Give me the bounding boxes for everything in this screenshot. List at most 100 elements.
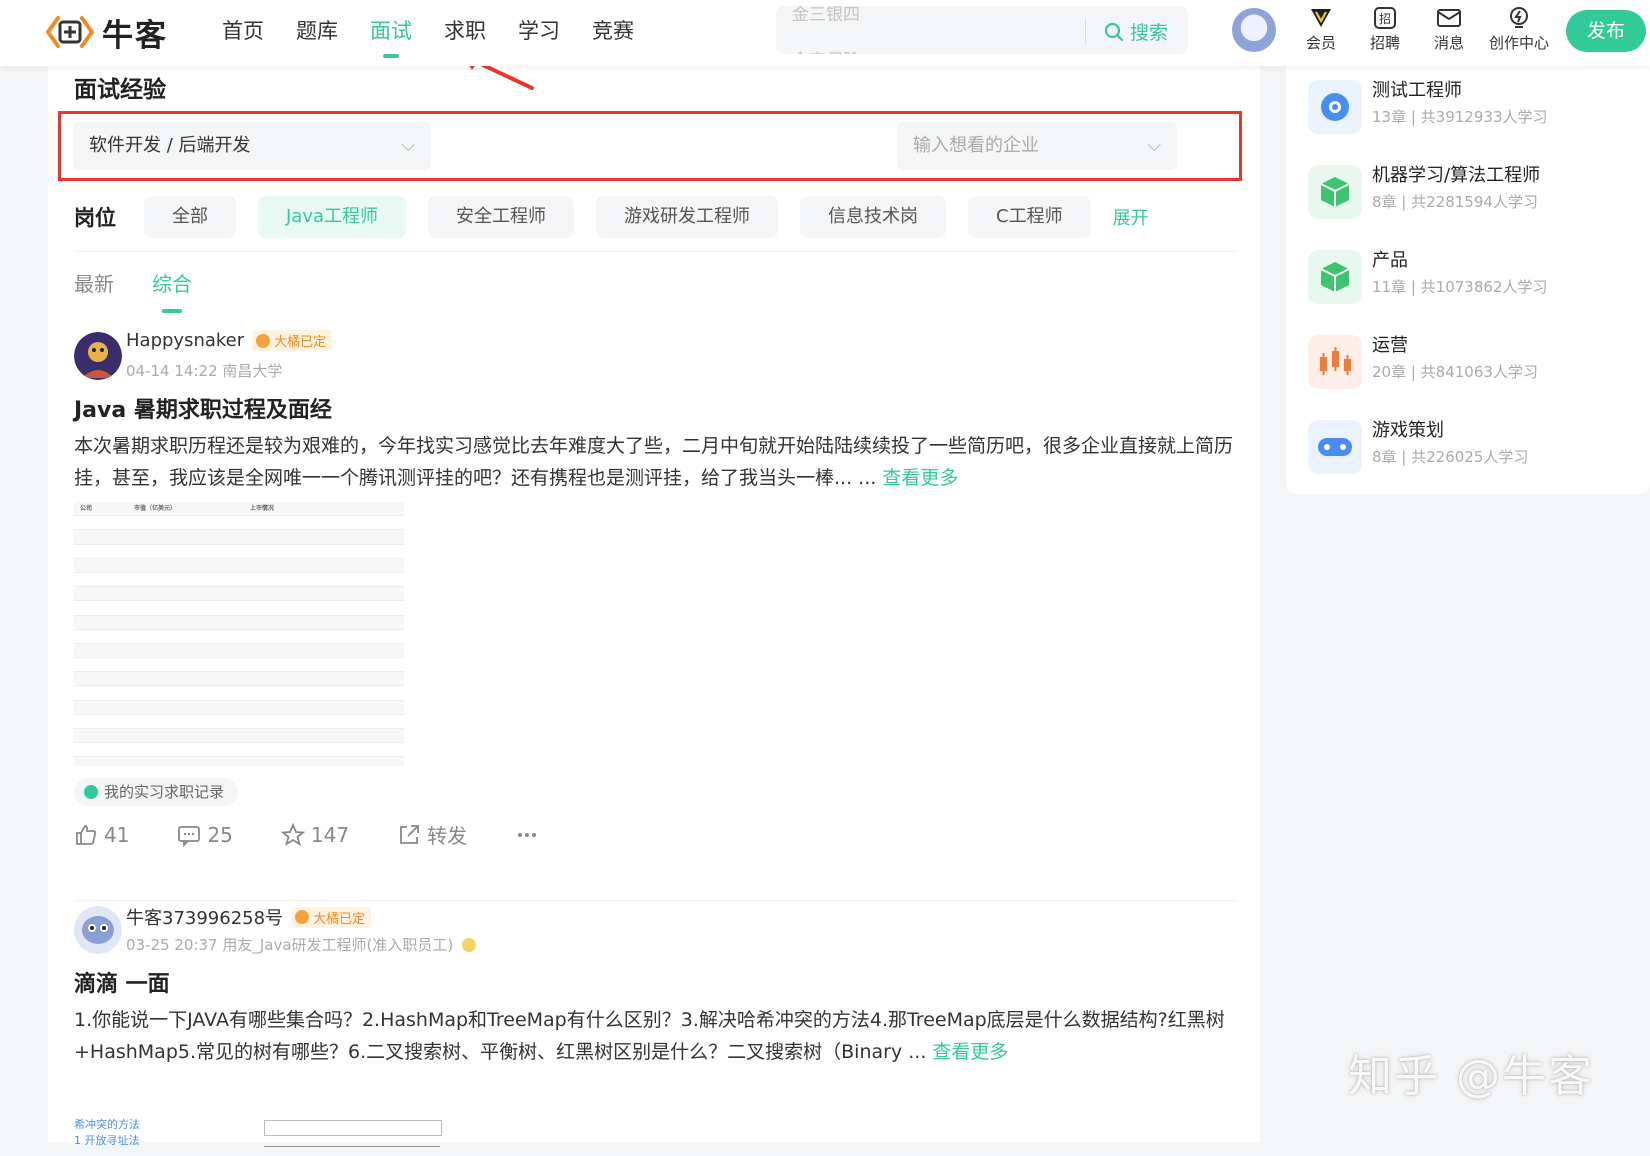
topic-chip[interactable]: 我的实习求职记录 <box>74 778 239 806</box>
course-item[interactable]: 游戏策划 8章 | 共226025人学习 <box>1308 416 1628 476</box>
nav-item-jobs[interactable]: 求职 <box>444 0 486 66</box>
target-icon <box>1308 80 1362 134</box>
thumb-row <box>74 658 404 673</box>
sort-tabs: 最新 综合 <box>74 268 230 313</box>
category-select-value: 软件开发 / 后端开发 <box>89 135 251 156</box>
creator-center-button[interactable]: 创作中心 <box>1484 6 1554 53</box>
post-meta-text: 03-25 20:37 用友_Java研发工程师(准入职员工) <box>126 936 454 954</box>
vip-label: 会员 <box>1305 34 1336 52</box>
messages-label: 消息 <box>1433 34 1464 52</box>
course-stats: 13章 | 共3912933人学习 <box>1372 108 1548 126</box>
course-title: 机器学习/算法工程师 <box>1372 165 1541 186</box>
tab-latest[interactable]: 最新 <box>74 268 114 297</box>
thumb-row <box>74 672 404 687</box>
thumb-row <box>74 545 404 559</box>
thumb-row <box>74 573 404 588</box>
messages-button[interactable]: 消息 <box>1414 6 1484 53</box>
tag-it-position[interactable]: 信息技术岗 <box>800 196 947 238</box>
cube-icon <box>1308 250 1362 304</box>
like-button[interactable]: 41 <box>74 823 129 847</box>
course-title: 测试工程师 <box>1372 80 1462 101</box>
nav-item-interview[interactable]: 面试 <box>370 0 412 66</box>
search-button[interactable]: 搜索 <box>1104 18 1168 45</box>
thumb-row <box>74 686 404 701</box>
zhihu-watermark: 知乎 @牛客 <box>1348 1051 1594 1102</box>
tab-comprehensive[interactable]: 综合 <box>152 268 192 313</box>
tag-java-engineer[interactable]: Java工程师 <box>258 196 407 238</box>
post-image-box <box>264 1120 442 1136</box>
course-stats: 11章 | 共1073862人学习 <box>1372 278 1548 296</box>
course-item[interactable]: 测试工程师 13章 | 共3912933人学习 <box>1308 76 1628 136</box>
vip-icon <box>1311 9 1331 27</box>
nav-item-question-bank[interactable]: 题库 <box>296 0 338 66</box>
post-card[interactable]: 牛客373996258号 大橘已定 03-25 20:37 用友_Java研发工… <box>74 904 1238 1147</box>
thumb-row <box>74 643 404 659</box>
badge-icon <box>256 333 271 348</box>
badge-icon <box>295 910 310 924</box>
verified-icon <box>462 938 477 952</box>
post-author[interactable]: 牛客373996258号 大橘已定 <box>126 904 372 930</box>
main-nav: 首页 题库 面试 求职 学习 竞赛 <box>222 0 666 66</box>
page-title: 面试经验 <box>74 77 166 103</box>
nav-item-learn[interactable]: 学习 <box>518 0 560 66</box>
post-image[interactable]: 公司 市值（亿美元） 上市情况 <box>74 502 404 766</box>
post-image-text: 1 开放寻址法 <box>74 1134 140 1147</box>
tag-game-dev-engineer[interactable]: 游戏研发工程师 <box>596 196 779 238</box>
category-select[interactable]: 软件开发 / 后端开发 ⌵ <box>73 122 431 170</box>
recruit-icon: 招 <box>1374 7 1396 29</box>
post-image[interactable]: 希冲突的方法 1 开放寻址法 <box>74 1116 494 1156</box>
search-button-label: 搜索 <box>1129 22 1168 44</box>
company-input-placeholder: 输入想看的企业 <box>913 135 1039 156</box>
post-title[interactable]: Java 暑期求职过程及面经 <box>74 392 332 424</box>
favorite-button[interactable]: 147 <box>280 822 349 847</box>
post-actions: 41 25 147 转发 <box>74 820 587 849</box>
comment-button[interactable]: 25 <box>177 823 233 847</box>
read-more-link[interactable]: 查看更多 <box>932 1041 1008 1063</box>
course-title: 游戏策划 <box>1372 420 1444 441</box>
more-options-button[interactable] <box>515 823 539 847</box>
read-more-link[interactable]: 查看更多 <box>882 467 958 489</box>
chevron-down-icon: ⌵ <box>1147 135 1161 156</box>
course-stats: 20章 | 共841063人学习 <box>1372 363 1538 381</box>
tag-c-engineer[interactable]: C工程师 <box>968 196 1091 238</box>
thumb-row <box>74 601 404 616</box>
post-author[interactable]: Happysnaker 大橘已定 <box>126 330 333 351</box>
logo-icon <box>46 16 94 48</box>
course-sidebar: 测试工程师 13章 | 共3912933人学习 机器学习/算法工程师 8章 | … <box>1286 66 1650 494</box>
course-item[interactable]: 运营 20章 | 共841063人学习 <box>1308 331 1628 391</box>
share-icon <box>400 824 419 844</box>
avatar[interactable] <box>74 906 122 954</box>
post-card[interactable]: Happysnaker 大橘已定 04-14 14:22 南昌大学 Java 暑… <box>74 330 1238 848</box>
recruit-button[interactable]: 招 招聘 <box>1350 6 1420 53</box>
thumb-header-company: 公司 <box>80 505 93 512</box>
course-item[interactable]: 产品 11章 | 共1073862人学习 <box>1308 246 1628 306</box>
vip-button[interactable]: 会员 <box>1286 6 1356 53</box>
status-badge: 大橘已定 <box>252 330 333 351</box>
avatar[interactable] <box>74 332 122 380</box>
publish-button[interactable]: 发布 <box>1566 10 1646 52</box>
top-navigation-bar: 牛客 首页 题库 面试 求职 学习 竞赛 金三银四 全完保险 搜索 会员 招 招… <box>0 0 1650 66</box>
post-author-name: 牛客373996258号 <box>126 908 284 929</box>
lightbulb-icon <box>1510 7 1528 28</box>
user-avatar[interactable] <box>1232 8 1276 52</box>
course-stats: 8章 | 共2281594人学习 <box>1372 193 1538 211</box>
post-body: 1.你能说一下JAVA有哪些集合吗？2.HashMap和TreeMap有什么区别… <box>74 1004 1238 1068</box>
candlestick-icon <box>1308 335 1362 389</box>
search-input[interactable]: 金三银四 全完保险 搜索 <box>776 6 1188 54</box>
company-input[interactable]: 输入想看的企业 ⌵ <box>897 122 1177 170</box>
thumb-row <box>74 729 404 744</box>
share-button[interactable]: 转发 <box>397 820 467 849</box>
post-title[interactable]: 滴滴 一面 <box>74 966 170 998</box>
nav-item-contest[interactable]: 竞赛 <box>592 0 634 66</box>
nowcoder-logo[interactable]: 牛客 <box>46 12 168 54</box>
tag-security-engineer[interactable]: 安全工程师 <box>428 196 575 238</box>
comment-icon <box>178 825 201 847</box>
divider <box>74 251 1238 252</box>
course-item[interactable]: 机器学习/算法工程师 8章 | 共2281594人学习 <box>1308 161 1628 221</box>
tag-all[interactable]: 全部 <box>144 196 236 238</box>
course-stats: 8章 | 共226025人学习 <box>1372 448 1529 466</box>
tags-expand-link[interactable]: 展开 <box>1113 204 1149 230</box>
post-meta: 04-14 14:22 南昌大学 <box>126 362 283 380</box>
nav-item-home[interactable]: 首页 <box>222 0 264 66</box>
status-badge: 大橘已定 <box>291 906 372 928</box>
